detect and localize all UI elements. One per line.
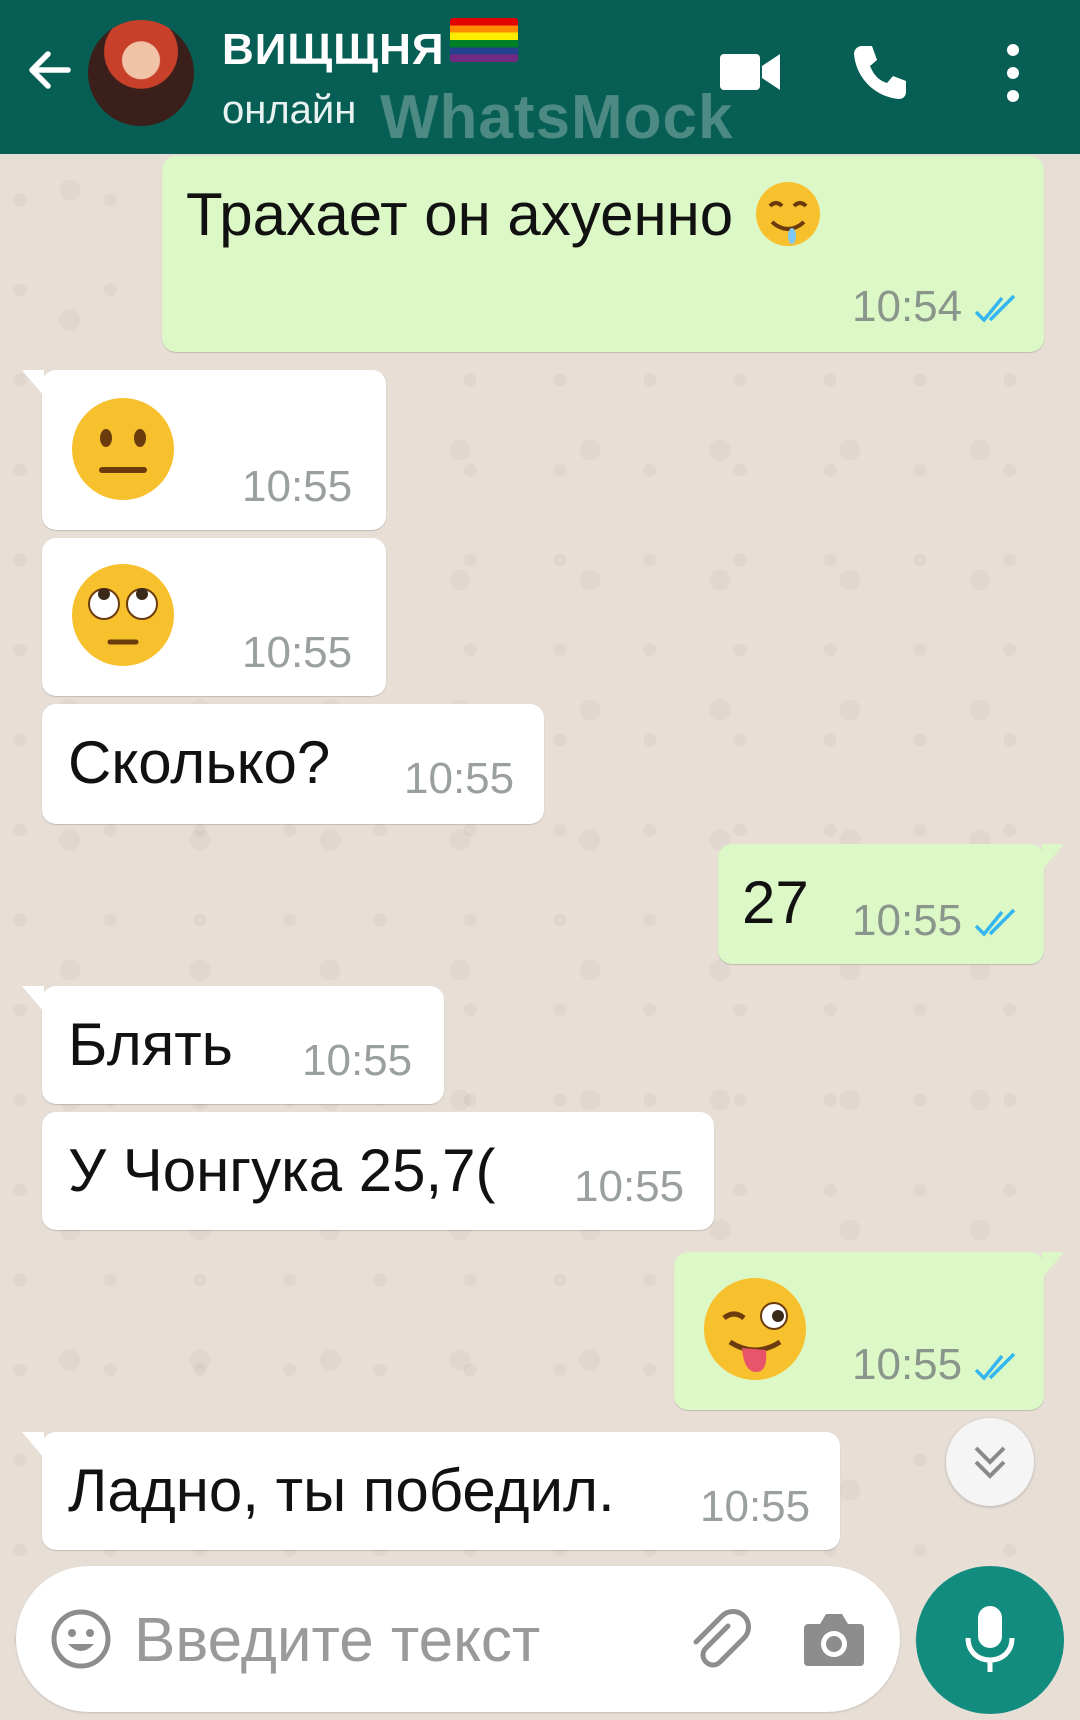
message-outgoing[interactable]: Трахает он ахуенно 10:54 <box>162 156 1044 352</box>
message-time: 10:55 <box>852 1340 963 1389</box>
message-time: 10:55 <box>242 462 353 511</box>
neutral-face-icon <box>72 398 174 500</box>
contact-status: онлайн <box>222 88 357 132</box>
read-receipt-icon <box>974 908 1016 937</box>
more-options-icon[interactable] <box>996 40 1030 106</box>
voice-record-button[interactable] <box>916 1566 1064 1714</box>
message-incoming[interactable]: 10:55 <box>22 370 386 530</box>
message-text: Блять <box>68 1011 233 1078</box>
camera-icon[interactable] <box>802 1610 866 1668</box>
message-text: Ладно, ты победил. <box>68 1457 615 1524</box>
contact-name-text: ВИЩЩНЯ <box>222 25 445 74</box>
attach-icon[interactable] <box>684 1606 752 1674</box>
message-incoming[interactable]: У Чонгука 25,7( 10:55 <box>42 1112 714 1230</box>
rolling-eyes-face-icon <box>72 564 174 666</box>
message-incoming[interactable]: 10:55 <box>42 538 386 696</box>
bubble-tail <box>22 370 44 396</box>
message-time: 10:55 <box>700 1482 811 1531</box>
bubble-tail <box>22 986 44 1012</box>
emoji-icon[interactable] <box>50 1608 112 1670</box>
contact-avatar[interactable] <box>88 20 194 126</box>
double-chevron-down-icon <box>974 1446 1006 1479</box>
bubble-tail <box>1042 1252 1064 1278</box>
bubble-tail <box>22 1432 44 1458</box>
message-text: 27 <box>742 869 809 936</box>
message-text: Сколько? <box>68 729 331 796</box>
message-incoming[interactable]: Сколько? 10:55 <box>42 704 544 824</box>
message-text: У Чонгука 25,7( <box>68 1137 496 1204</box>
message-outgoing[interactable]: 27 10:55 <box>718 844 1064 964</box>
chat-header: ВИЩЩНЯ онлайн WhatsMock <box>0 0 1080 154</box>
read-receipt-icon <box>974 1352 1016 1381</box>
message-outgoing[interactable]: 10:55 <box>674 1252 1064 1410</box>
back-arrow-icon[interactable] <box>22 42 78 98</box>
message-time: 10:55 <box>404 754 515 803</box>
message-time: 10:55 <box>242 628 353 677</box>
voice-call-icon[interactable] <box>848 40 912 104</box>
message-time: 10:54 <box>852 282 963 331</box>
message-incoming[interactable]: Блять 10:55 <box>22 986 444 1104</box>
message-time: 10:55 <box>574 1162 685 1211</box>
watermark: WhatsMock <box>380 83 734 152</box>
message-composer <box>16 1566 900 1712</box>
rainbow-flag-icon <box>450 18 519 62</box>
message-time: 10:55 <box>302 1036 413 1085</box>
bubble-tail <box>1042 844 1064 870</box>
video-call-icon[interactable] <box>718 46 782 98</box>
contact-name[interactable]: ВИЩЩНЯ <box>222 18 519 75</box>
drooling-face-icon <box>756 182 820 246</box>
message-time: 10:55 <box>852 896 963 945</box>
chat-screen: ВИЩЩНЯ онлайн WhatsMock Трахает он ахуен… <box>0 0 1080 1720</box>
winking-tongue-face-icon <box>704 1278 806 1380</box>
message-incoming[interactable]: Ладно, ты победил. 10:55 <box>22 1432 840 1550</box>
scroll-to-bottom-button[interactable] <box>946 1418 1034 1506</box>
message-text: Трахает он ахуенно <box>186 181 734 248</box>
read-receipt-icon <box>974 294 1016 323</box>
microphone-icon <box>965 1606 1015 1672</box>
message-input[interactable] <box>132 1604 666 1676</box>
